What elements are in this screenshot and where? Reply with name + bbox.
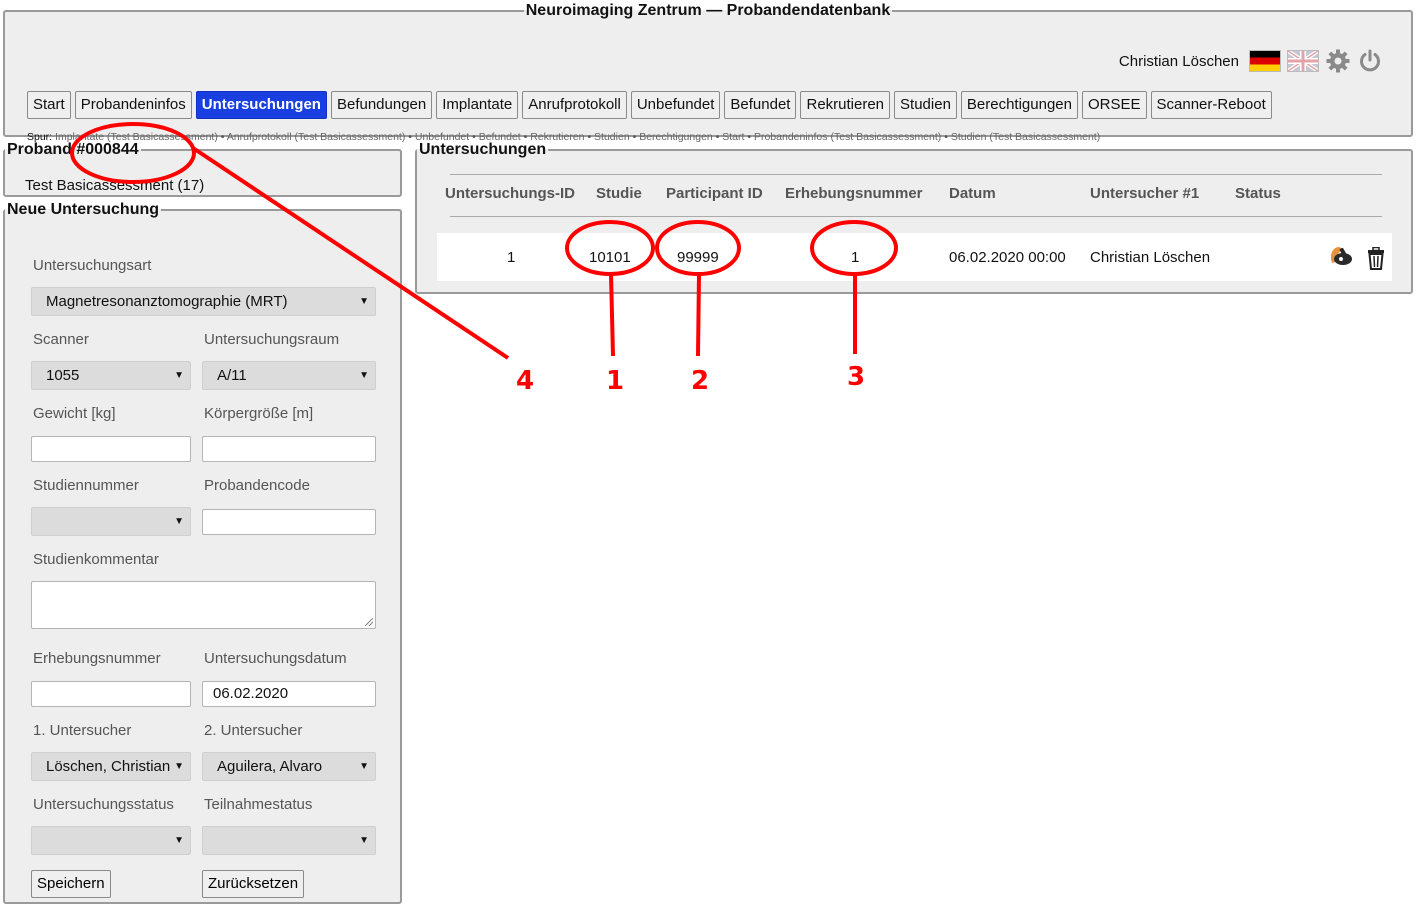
- teilnahmestatus-label: Teilnahmestatus: [204, 796, 313, 813]
- scanner-select[interactable]: 1055 ▼: [31, 361, 191, 390]
- exams-panel: Untersuchungen Untersuchungs-ID Studie P…: [415, 141, 1413, 294]
- resize-grip-icon[interactable]: [365, 618, 373, 626]
- probandencode-field[interactable]: [202, 509, 376, 535]
- col-datum: Datum: [949, 185, 996, 202]
- flag-uk-icon[interactable]: [1287, 50, 1319, 72]
- untersucher2-label: 2. Untersucher: [204, 722, 303, 739]
- app-title: Neuroimaging Zentrum — Probandendatenban…: [525, 2, 891, 19]
- nav-befundet[interactable]: Befundet: [724, 91, 797, 119]
- col-participant-id: Participant ID: [666, 185, 763, 202]
- cell-id: 1: [507, 249, 516, 266]
- nav-befundungen[interactable]: Befundungen: [330, 91, 433, 119]
- proband-panel: Proband #000844 Test Basicassessment (17…: [3, 141, 402, 197]
- cell-untersucher: Christian Löschen: [1090, 249, 1211, 266]
- studiennummer-select[interactable]: ▼: [31, 507, 191, 536]
- chevron-down-icon: ▼: [174, 370, 184, 381]
- untersucher1-select[interactable]: Löschen, Christian ▼: [31, 752, 191, 781]
- raum-label: Untersuchungsraum: [204, 331, 340, 348]
- col-untersucher: Untersucher #1: [1090, 185, 1200, 202]
- user-bar: Christian Löschen: [1119, 48, 1383, 74]
- save-button[interactable]: Speichern: [31, 870, 111, 898]
- chevron-down-icon: ▼: [174, 516, 184, 527]
- scanner-label: Scanner: [33, 331, 89, 348]
- nav-scanner-reboot[interactable]: Scanner-Reboot: [1150, 91, 1272, 119]
- col-status: Status: [1235, 185, 1281, 202]
- groesse-field[interactable]: [202, 436, 376, 462]
- power-icon[interactable]: [1357, 48, 1383, 74]
- raum-select[interactable]: A/11 ▼: [202, 361, 376, 390]
- datum-field[interactable]: 06.02.2020: [202, 681, 376, 707]
- studienkommentar-label: Studienkommentar: [33, 551, 159, 568]
- chevron-down-icon: ▼: [359, 296, 369, 307]
- untersuchungsart-select[interactable]: Magnetresonanztomographie (MRT) ▼: [31, 287, 376, 316]
- trash-icon[interactable]: [1366, 246, 1386, 275]
- annotation-label-1: 1: [606, 366, 625, 396]
- table-row[interactable]: 1 10101 99999 1 06.02.2020 00:00 Christi…: [437, 233, 1392, 281]
- erhebungsnummer-field[interactable]: [31, 681, 191, 707]
- untersucher1-label: 1. Untersucher: [33, 722, 132, 739]
- scan-edit-icon[interactable]: [1327, 243, 1355, 271]
- exams-title: Untersuchungen: [419, 141, 547, 158]
- untersuchungsstatus-label: Untersuchungsstatus: [33, 796, 174, 813]
- cell-erhebung: 1: [851, 249, 860, 266]
- studienkommentar-textarea[interactable]: [31, 581, 376, 629]
- col-erhebungsnummer: Erhebungsnummer: [785, 185, 923, 202]
- nav-rekrutieren[interactable]: Rekrutieren: [800, 91, 891, 119]
- untersucher2-select[interactable]: Aguilera, Alvaro ▼: [202, 752, 376, 781]
- probandencode-label: Probandencode: [204, 477, 310, 494]
- untersuchungsart-value: Magnetresonanztomographie (MRT): [46, 293, 288, 310]
- teilnahmestatus-select[interactable]: ▼: [202, 826, 376, 855]
- untersuchungsstatus-select[interactable]: ▼: [31, 826, 191, 855]
- chevron-down-icon: ▼: [359, 835, 369, 846]
- nav-anrufprotokoll[interactable]: Anrufprotokoll: [522, 91, 627, 119]
- scanner-value: 1055: [46, 367, 80, 384]
- nav-implantate[interactable]: Implantate: [436, 91, 519, 119]
- annotation-label-3: 3: [847, 362, 866, 392]
- proband-info: Test Basicassessment (17): [25, 177, 205, 194]
- nav-start[interactable]: Start: [27, 91, 71, 119]
- untersuchungsart-label: Untersuchungsart: [33, 257, 152, 274]
- chevron-down-icon: ▼: [359, 761, 369, 772]
- chevron-down-icon: ▼: [174, 835, 184, 846]
- cell-datum: 06.02.2020 00:00: [949, 249, 1066, 266]
- chevron-down-icon: ▼: [359, 370, 369, 381]
- groesse-label: Körpergröße [m]: [204, 405, 314, 422]
- reset-button[interactable]: Zurücksetzen: [202, 870, 305, 898]
- col-untersuchungs-id: Untersuchungs-ID: [445, 185, 576, 202]
- gewicht-label: Gewicht [kg]: [33, 405, 116, 422]
- gewicht-field[interactable]: [31, 436, 191, 462]
- cell-participant: 99999: [677, 249, 719, 266]
- nav-probandeninfos[interactable]: Probandeninfos: [74, 91, 192, 119]
- cell-studie: 10101: [589, 249, 631, 266]
- flag-de-icon[interactable]: [1249, 50, 1281, 72]
- main-nav: Start Probandeninfos Untersuchungen Befundu…: [27, 91, 1272, 119]
- nav-berechtigungen[interactable]: Berechtigungen: [960, 91, 1078, 119]
- gear-icon[interactable]: [1325, 48, 1351, 74]
- col-studie: Studie: [596, 185, 642, 202]
- raum-value: A/11: [217, 367, 247, 384]
- header-divider: [450, 216, 1382, 217]
- form-title: Neue Untersuchung: [7, 201, 160, 218]
- annotation-label-4: 4: [516, 366, 535, 396]
- breadcrumb-separator: •: [405, 131, 415, 143]
- new-exam-form: Neue Untersuchung Untersuchungsart Magne…: [3, 201, 402, 904]
- nav-unbefundet[interactable]: Unbefundet: [630, 91, 721, 119]
- erhebungsnummer-label: Erhebungsnummer: [33, 650, 161, 667]
- annotation-label-2: 2: [691, 366, 710, 396]
- nav-orsee[interactable]: ORSEE: [1082, 91, 1147, 119]
- nav-untersuchungen[interactable]: Untersuchungen: [195, 91, 327, 119]
- header-panel: Neuroimaging Zentrum — Probandendatenban…: [3, 2, 1413, 143]
- chevron-down-icon: ▼: [174, 761, 184, 772]
- proband-title: Proband #000844: [7, 141, 139, 158]
- datum-label: Untersuchungsdatum: [204, 650, 347, 667]
- header-divider: [450, 174, 1382, 175]
- untersucher1-value: Löschen, Christian: [46, 758, 171, 775]
- nav-studien[interactable]: Studien: [894, 91, 957, 119]
- untersucher2-value: Aguilera, Alvaro: [217, 758, 323, 775]
- studiennummer-label: Studiennummer: [33, 477, 139, 494]
- user-name: Christian Löschen: [1118, 52, 1239, 70]
